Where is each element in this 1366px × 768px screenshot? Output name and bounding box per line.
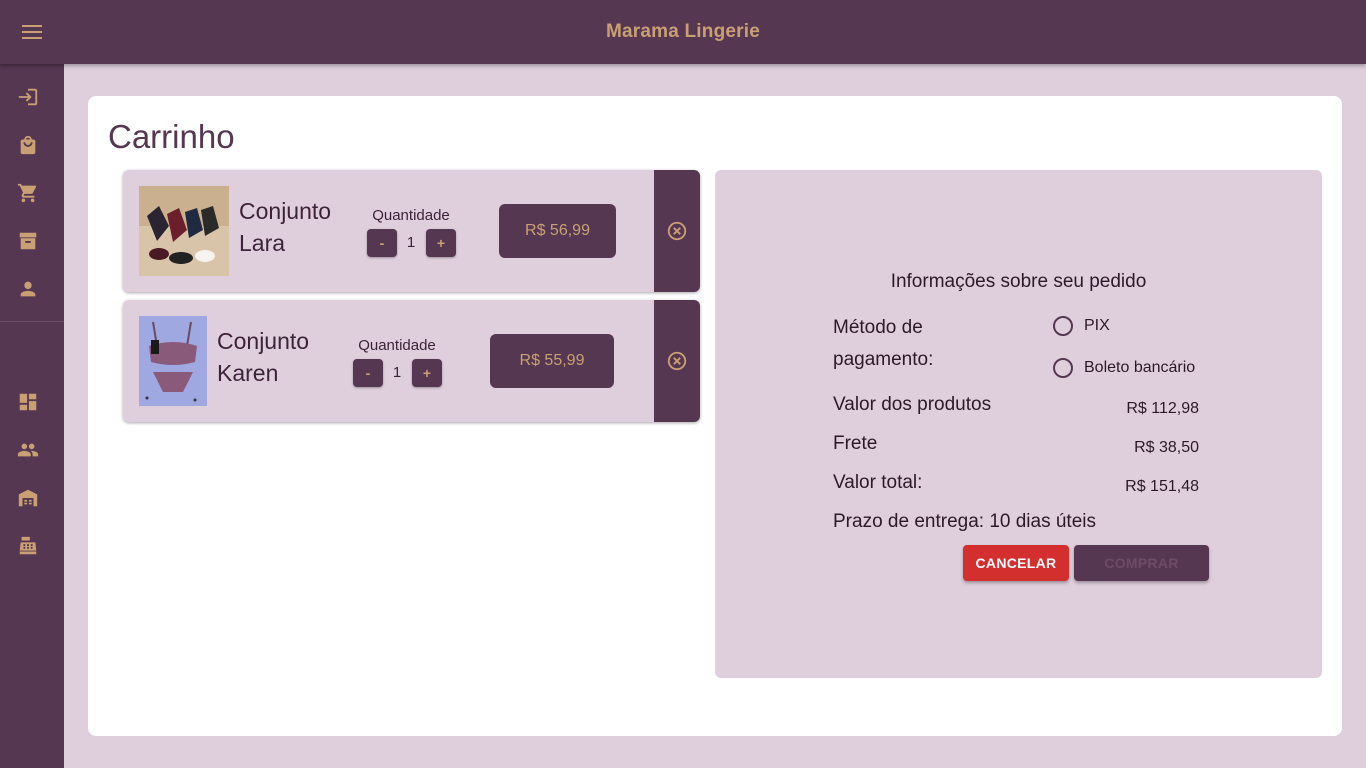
sidebar-divider: [0, 321, 64, 322]
warehouse-icon: [18, 489, 38, 507]
archive-icon: [19, 232, 37, 250]
remove-item-button[interactable]: [654, 170, 700, 292]
radio-label: PIX: [1084, 317, 1110, 334]
radio-label: Boleto bancário: [1084, 359, 1196, 376]
sidebar-item-shop[interactable]: [8, 125, 48, 165]
sidebar-item-account[interactable]: [8, 269, 48, 309]
product-name: Conjunto Lara: [239, 195, 331, 259]
increase-quantity-button[interactable]: +: [412, 359, 442, 387]
cancel-button[interactable]: CANCELAR: [963, 545, 1069, 581]
sidebar: [0, 64, 64, 768]
people-icon: [17, 443, 39, 457]
product-name-line2: Karen: [217, 360, 279, 386]
product-photo-icon: [139, 316, 207, 406]
close-circle-icon: [667, 221, 687, 241]
total-label: Valor total:: [833, 472, 923, 493]
app-bar: Marama Lingerie: [0, 0, 1366, 64]
cash-register-icon: [19, 536, 37, 555]
shipping-label: Frete: [833, 433, 878, 454]
radio-button[interactable]: [1053, 358, 1073, 378]
increase-quantity-button[interactable]: +: [426, 229, 456, 257]
payment-option-pix[interactable]: PIX: [1053, 316, 1110, 336]
payment-option-boleto[interactable]: Boleto bancário: [1053, 358, 1195, 378]
sidebar-item-cart[interactable]: [8, 173, 48, 213]
order-summary-panel: Informações sobre seu pedido Método de p…: [715, 170, 1322, 678]
sidebar-item-users[interactable]: [8, 430, 48, 470]
quantity-label: Quantidade: [372, 207, 450, 224]
products-value-label: Valor dos produtos: [833, 394, 992, 415]
order-summary-title: Informações sobre seu pedido: [890, 271, 1147, 292]
payment-label-line2: pagamento:: [833, 349, 934, 370]
remove-item-button[interactable]: [654, 300, 700, 422]
sidebar-item-login[interactable]: [8, 77, 48, 117]
product-name-line1: Conjunto: [217, 328, 310, 354]
shipping-value: R$ 38,50: [1134, 439, 1199, 456]
page-title: Carrinho: [108, 118, 235, 155]
login-icon: [18, 88, 38, 106]
sidebar-item-stock[interactable]: [8, 478, 48, 518]
payment-method-label: Método de pagamento:: [833, 312, 933, 376]
buy-button[interactable]: COMPRAR: [1074, 545, 1209, 581]
products-value: R$ 112,98: [1126, 400, 1199, 417]
app-title: Marama Lingerie: [606, 21, 760, 42]
cart-icon: [17, 183, 37, 203]
quantity-value: 1: [406, 234, 416, 251]
product-name-line1: Conjunto: [239, 198, 332, 224]
cart-item: Conjunto Lara Quantidade - 1 + R$ 56,99: [123, 170, 700, 292]
shopping-bag-icon: [20, 135, 36, 155]
product-photo-icon: [139, 186, 229, 276]
sidebar-item-orders[interactable]: [8, 221, 48, 261]
cart-card: Carrinho Conjunto Lara Quantidade - 1 + …: [88, 96, 1342, 736]
product-name: Conjunto Karen: [217, 325, 309, 389]
decrease-quantity-button[interactable]: -: [353, 359, 383, 387]
quantity-value: 1: [392, 364, 402, 381]
decrease-quantity-button[interactable]: -: [367, 229, 397, 257]
person-icon: [20, 281, 36, 297]
payment-label-line1: Método de: [833, 317, 923, 338]
price-button[interactable]: R$ 56,99: [499, 204, 616, 258]
product-name-line2: Lara: [239, 230, 286, 256]
close-circle-icon: [667, 351, 687, 371]
dashboard-icon: [19, 393, 37, 411]
sidebar-item-dashboard[interactable]: [8, 382, 48, 422]
price-button[interactable]: R$ 55,99: [490, 334, 614, 388]
total-value: R$ 151,48: [1125, 478, 1199, 495]
quantity-label: Quantidade: [358, 337, 436, 354]
delivery-time: Prazo de entrega: 10 dias úteis: [833, 511, 1097, 532]
radio-button[interactable]: [1053, 316, 1073, 336]
sidebar-item-sales[interactable]: [8, 526, 48, 566]
cart-item: Conjunto Karen Quantidade - 1 + R$ 55,99: [123, 300, 700, 422]
